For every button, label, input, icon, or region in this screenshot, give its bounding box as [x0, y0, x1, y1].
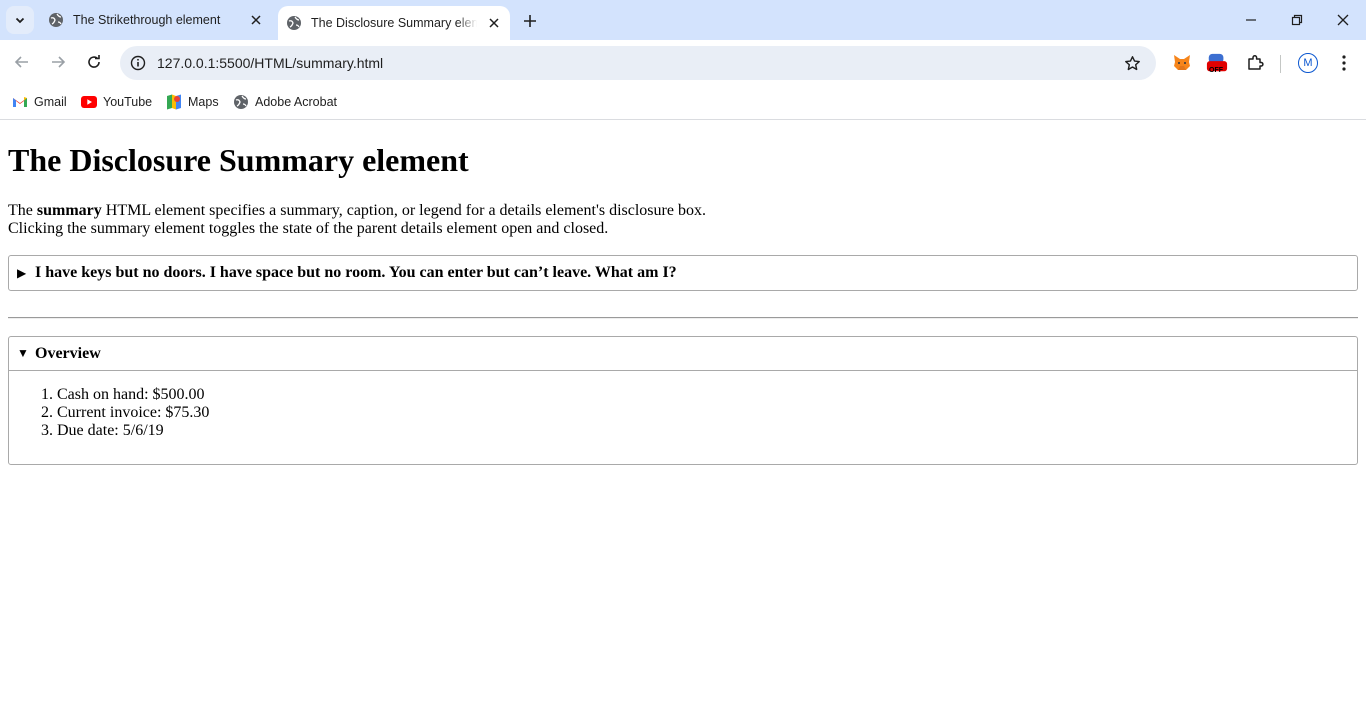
list-item: Current invoice: $75.30: [57, 404, 1357, 422]
overview-list: Cash on hand: $500.00 Current invoice: $…: [9, 386, 1357, 440]
tab-title: The Disclosure Summary element: [311, 16, 477, 30]
disclosure-triangle-down-icon: ▼: [17, 346, 29, 360]
bookmark-star-button[interactable]: [1122, 53, 1142, 73]
bookmark-label: Adobe Acrobat: [255, 95, 338, 109]
close-icon: [489, 18, 499, 28]
blocker-extension-button[interactable]: OFF: [1206, 52, 1228, 74]
disclosure-triangle-right-icon: ▶: [17, 265, 27, 280]
arrow-left-icon: [14, 56, 28, 68]
page-heading: The Disclosure Summary element: [8, 142, 469, 178]
close-tab-button[interactable]: [486, 15, 502, 31]
off-badge: OFF: [1209, 67, 1223, 74]
bookmark-youtube[interactable]: YouTube: [81, 92, 152, 112]
minimize-icon: [1246, 19, 1256, 21]
close-icon: [1337, 14, 1349, 26]
intro-prefix: The: [8, 202, 37, 219]
more-vert-icon: [1342, 55, 1346, 71]
plus-icon: [524, 15, 536, 27]
tab-strikethrough[interactable]: The Strikethrough element: [40, 0, 276, 40]
profile-initial: M: [1303, 57, 1313, 69]
browser-toolbar: 127.0.0.1:5500/HTML/summary.html OFF M: [0, 40, 1366, 85]
intro-bold-term: summary: [36, 202, 102, 219]
overview-body: Cash on hand: $500.00 Current invoice: $…: [9, 371, 1357, 464]
chevron-down-icon: [15, 17, 25, 24]
tab-strip: The Strikethrough element The Disclosure…: [0, 0, 1366, 40]
close-tab-button[interactable]: [248, 12, 264, 28]
list-item: Due date: 5/6/19: [57, 422, 1357, 440]
info-icon: [130, 55, 146, 71]
site-info-button[interactable]: [128, 53, 148, 73]
riddle-summary[interactable]: ▶ I have keys but no doors. I have space…: [9, 256, 1357, 290]
bookmarks-bar: Gmail YouTube Maps Adobe Acrobat: [0, 85, 1366, 120]
minimize-button[interactable]: [1241, 10, 1261, 30]
tab-title: The Strikethrough element: [73, 13, 221, 27]
back-button[interactable]: [12, 52, 32, 72]
puzzle-icon: [1248, 54, 1264, 70]
bookmark-label: YouTube: [103, 95, 153, 109]
bookmark-gmail[interactable]: Gmail: [12, 92, 67, 112]
reload-button[interactable]: [84, 52, 104, 72]
riddle-details: ▶ I have keys but no doors. I have space…: [8, 255, 1358, 291]
overview-summary[interactable]: ▼ Overview: [9, 337, 1357, 371]
bookmark-adobe-acrobat[interactable]: Adobe Acrobat: [233, 92, 337, 112]
overview-summary-text: Overview: [35, 344, 101, 362]
globe-icon: [287, 16, 301, 30]
address-bar[interactable]: 127.0.0.1:5500/HTML/summary.html: [120, 46, 1156, 80]
metamask-extension-button[interactable]: [1171, 52, 1193, 74]
gmail-icon: [12, 94, 28, 110]
toolbar-divider: [1280, 55, 1281, 73]
bookmark-label: Gmail: [34, 95, 67, 109]
intro-line2: Clicking the summary element toggles the…: [8, 220, 609, 237]
overview-details: ▼ Overview Cash on hand: $500.00 Current…: [8, 336, 1358, 465]
list-item: Cash on hand: $500.00: [57, 386, 1357, 404]
bookmark-maps[interactable]: Maps: [166, 92, 219, 112]
intro-line1-rest: HTML element specifies a summary, captio…: [101, 202, 706, 219]
url-text[interactable]: 127.0.0.1:5500/HTML/summary.html: [157, 55, 383, 71]
close-window-button[interactable]: [1333, 10, 1353, 30]
horizontal-rule: [8, 317, 1358, 319]
bookmark-label: Maps: [188, 95, 219, 109]
forward-button[interactable]: [48, 52, 68, 72]
restore-button[interactable]: [1287, 10, 1307, 30]
star-icon: [1124, 55, 1140, 70]
globe-icon: [49, 13, 63, 27]
profile-avatar-button[interactable]: M: [1298, 53, 1318, 73]
youtube-icon: [81, 94, 97, 110]
riddle-summary-text: I have keys but no doors. I have space b…: [35, 264, 677, 281]
intro-paragraph: The summary HTML element specifies a sum…: [8, 202, 1358, 238]
tab-search-button[interactable]: [6, 6, 34, 34]
globe-icon: [233, 94, 249, 110]
tab-disclosure-summary[interactable]: The Disclosure Summary element: [278, 6, 510, 40]
page-content: The Disclosure Summary element The summa…: [0, 141, 1366, 465]
arrow-right-icon: [52, 56, 66, 68]
reload-icon: [88, 55, 100, 68]
maps-icon: [166, 94, 182, 110]
restore-icon: [1291, 14, 1303, 26]
new-tab-button[interactable]: [520, 11, 540, 31]
close-icon: [251, 15, 261, 25]
extensions-button[interactable]: [1244, 52, 1266, 74]
fox-icon: [1174, 55, 1190, 70]
browser-menu-button[interactable]: [1334, 53, 1354, 73]
